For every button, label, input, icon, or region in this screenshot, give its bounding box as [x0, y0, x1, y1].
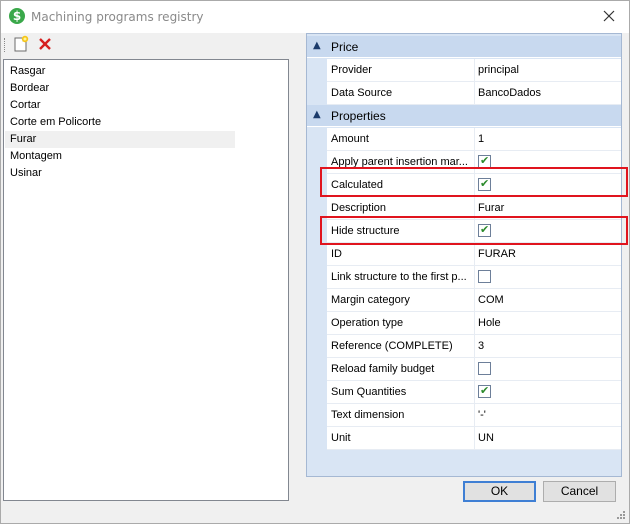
- property-grid: ▲ Price Provider principal Data Source B…: [306, 33, 622, 477]
- toolbar: [1, 33, 301, 57]
- highlight-box-calculated: [320, 167, 628, 197]
- property-name: Operation type: [331, 317, 404, 329]
- property-name: Text dimension: [331, 409, 405, 421]
- property-value[interactable]: Furar: [478, 202, 504, 214]
- property-row-link-structure[interactable]: Link structure to the first p...: [327, 266, 621, 289]
- column-divider: [474, 243, 475, 265]
- column-divider: [474, 59, 475, 81]
- property-name: Reference (COMPLETE): [331, 340, 453, 352]
- property-name: Sum Quantities: [331, 386, 407, 398]
- property-name: Data Source: [331, 87, 393, 99]
- window-title: Machining programs registry: [31, 10, 204, 24]
- column-divider: [474, 335, 475, 357]
- property-row-unit[interactable]: Unit UN: [327, 427, 621, 450]
- column-divider: [474, 381, 475, 403]
- highlight-box-hide-structure: [320, 216, 628, 245]
- list-item[interactable]: Usinar: [5, 165, 235, 182]
- property-row-operation-type[interactable]: Operation type Hole: [327, 312, 621, 335]
- column-divider: [474, 427, 475, 449]
- category-label: Properties: [331, 109, 386, 123]
- title-bar: $ Machining programs registry: [1, 1, 629, 33]
- property-value[interactable]: COM: [478, 294, 504, 306]
- property-row-provider[interactable]: Provider principal: [327, 59, 621, 82]
- checkmark-icon: ✔: [480, 384, 490, 397]
- property-name: Link structure to the first p...: [331, 271, 467, 283]
- checkbox-unchecked[interactable]: [478, 270, 491, 283]
- category-label: Price: [331, 40, 359, 54]
- property-value[interactable]: BancoDados: [478, 87, 541, 99]
- property-name: Description: [331, 202, 387, 214]
- checkbox-unchecked[interactable]: [478, 362, 491, 375]
- machining-programs-window: $ Machining programs registry Rasgar Bor…: [0, 0, 630, 524]
- property-value[interactable]: principal: [478, 64, 519, 76]
- panel-splitter[interactable]: [292, 33, 304, 503]
- property-row-id[interactable]: ID FURAR: [327, 243, 621, 266]
- category-price[interactable]: ▲ Price: [307, 36, 621, 58]
- close-icon[interactable]: [599, 6, 619, 26]
- property-value[interactable]: UN: [478, 432, 494, 444]
- property-row-reference[interactable]: Reference (COMPLETE) 3: [327, 335, 621, 358]
- programs-list[interactable]: Rasgar Bordear Cortar Corte em Policorte…: [3, 59, 289, 501]
- property-name: Provider: [331, 64, 372, 76]
- property-name: Margin category: [331, 294, 410, 306]
- category-properties[interactable]: ▲ Properties: [307, 105, 621, 127]
- property-name: Unit: [331, 432, 351, 444]
- dollar-icon: $: [9, 8, 25, 24]
- list-item-selected[interactable]: Furar: [5, 131, 235, 148]
- property-name: Reload family budget: [331, 363, 435, 375]
- cancel-button[interactable]: Cancel: [543, 481, 616, 502]
- list-item[interactable]: Montagem: [5, 148, 235, 165]
- new-document-icon[interactable]: [12, 35, 30, 53]
- list-item[interactable]: Bordear: [5, 80, 235, 97]
- property-row-margin-category[interactable]: Margin category COM: [327, 289, 621, 312]
- column-divider: [474, 404, 475, 426]
- property-row-text-dimension[interactable]: Text dimension '-': [327, 404, 621, 427]
- column-divider: [474, 128, 475, 150]
- property-value[interactable]: 1: [478, 133, 484, 145]
- resize-grip[interactable]: [616, 510, 626, 520]
- column-divider: [474, 358, 475, 380]
- list-item[interactable]: Corte em Policorte: [5, 114, 235, 131]
- column-divider: [474, 312, 475, 334]
- list-item[interactable]: Cortar: [5, 97, 235, 114]
- property-row-sum-quantities[interactable]: Sum Quantities ✔: [327, 381, 621, 404]
- delete-x-icon[interactable]: [36, 35, 54, 53]
- ok-button[interactable]: OK: [463, 481, 536, 502]
- chevron-up-icon[interactable]: ▲: [313, 40, 321, 51]
- property-name: ID: [331, 248, 342, 260]
- property-value[interactable]: FURAR: [478, 248, 516, 260]
- column-divider: [474, 289, 475, 311]
- list-item[interactable]: Rasgar: [5, 63, 235, 80]
- property-row-amount[interactable]: Amount 1: [327, 128, 621, 151]
- column-divider: [474, 266, 475, 288]
- column-divider: [474, 82, 475, 104]
- checkmark-icon: ✔: [480, 154, 490, 167]
- property-row-data-source[interactable]: Data Source BancoDados: [327, 82, 621, 105]
- chevron-up-icon[interactable]: ▲: [313, 109, 321, 120]
- property-value[interactable]: 3: [478, 340, 484, 352]
- checkbox-checked[interactable]: ✔: [478, 384, 491, 398]
- property-value[interactable]: Hole: [478, 317, 501, 329]
- toolbar-grip[interactable]: [4, 38, 6, 52]
- property-name: Amount: [331, 133, 369, 145]
- property-value[interactable]: '-': [478, 409, 486, 421]
- property-row-reload-family-budget[interactable]: Reload family budget: [327, 358, 621, 381]
